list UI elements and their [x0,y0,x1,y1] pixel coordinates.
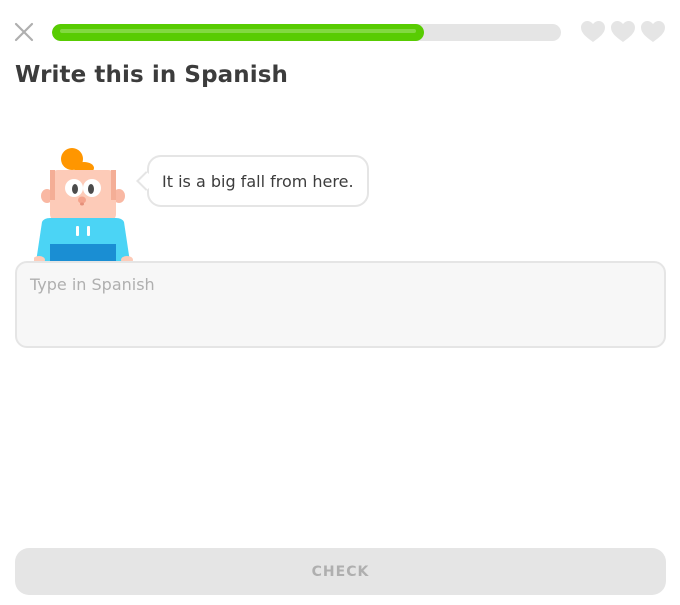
answer-input[interactable] [15,261,666,348]
close-icon [14,22,34,42]
speech-bubble: It is a big fall from here. [136,155,369,207]
close-button[interactable] [12,20,36,44]
speech-bubble-tail [136,171,156,191]
lesson-progress-fill [52,24,424,41]
lesson-screen: Write this in Spanish It is a big fall f… [0,0,680,605]
heart-icon [640,20,666,44]
lesson-progress-bar [52,24,561,41]
exercise-title: Write this in Spanish [15,62,288,88]
hearts-indicator [580,20,666,44]
check-button[interactable]: CHECK [15,548,666,595]
character-avatar [33,146,134,264]
progress-highlight [60,29,416,33]
heart-icon [610,20,636,44]
prompt-sentence[interactable]: It is a big fall from here. [162,172,354,191]
heart-icon [580,20,606,44]
